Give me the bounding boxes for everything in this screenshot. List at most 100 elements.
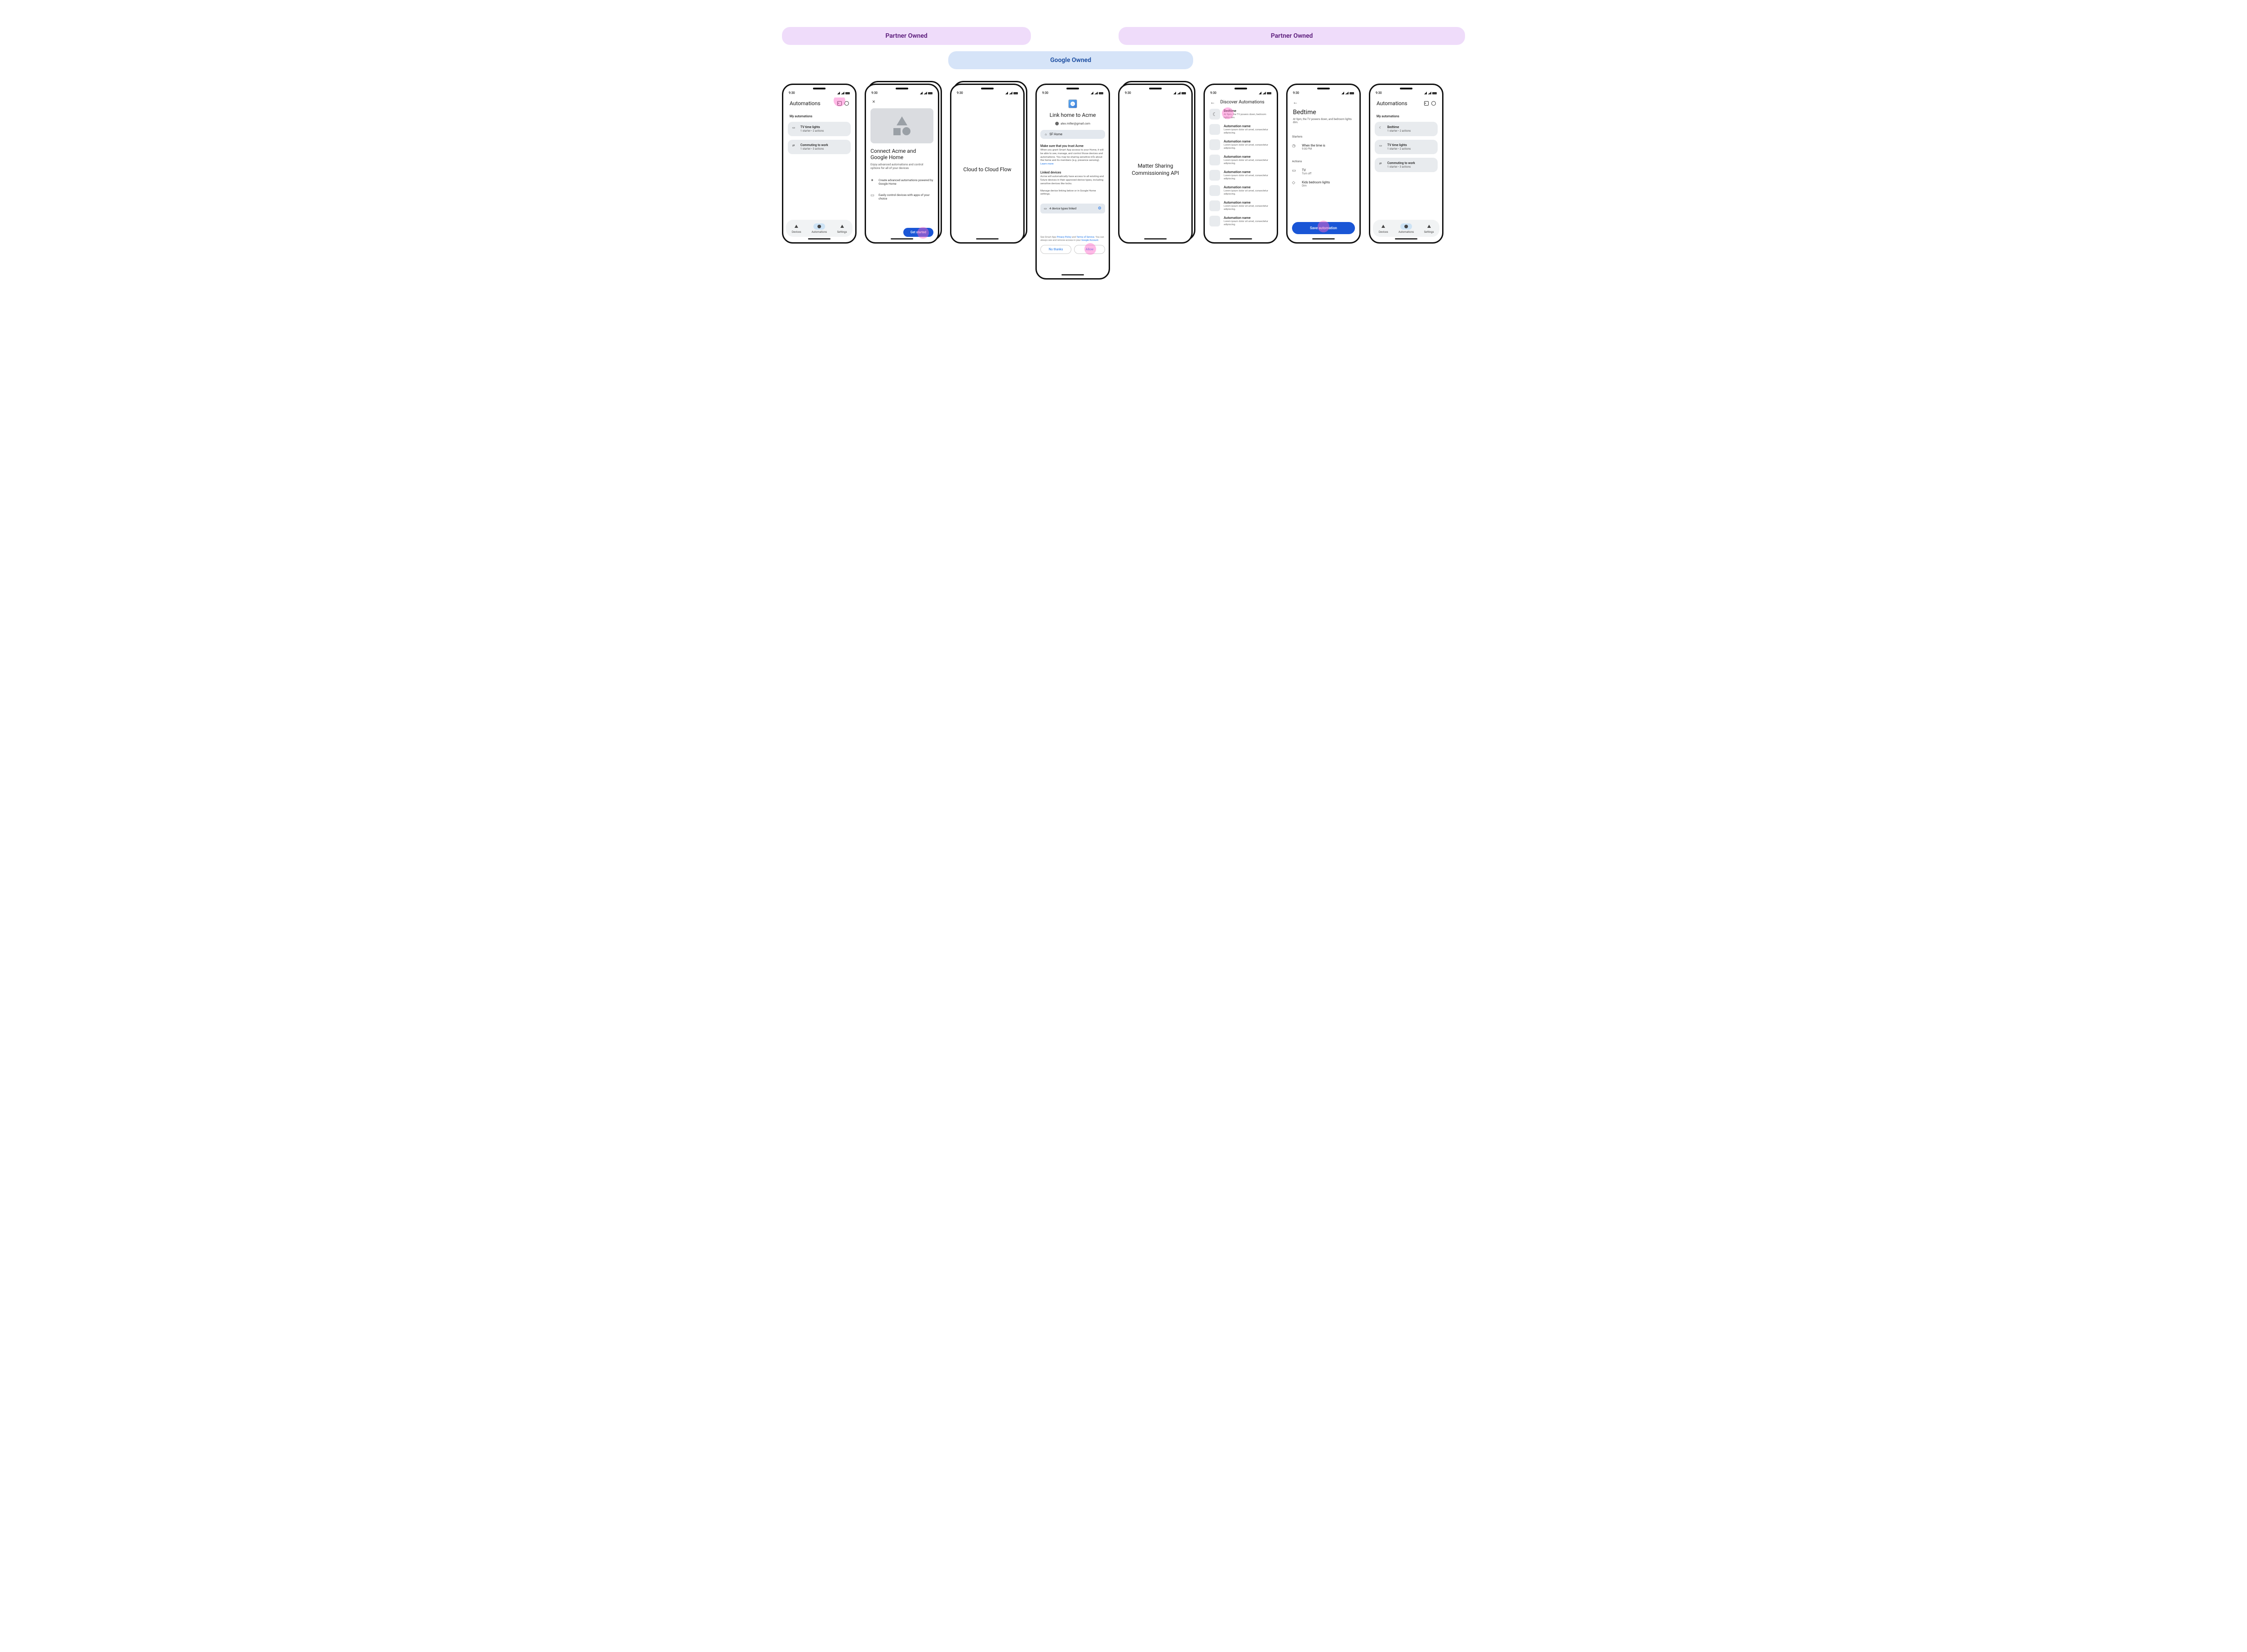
action-row[interactable]: ▭ TVTurn off [1292, 169, 1355, 175]
status-time: 9:30 [871, 91, 878, 95]
feature-text: Easily control devices with apps of your… [879, 193, 933, 201]
back-icon[interactable]: ← [1210, 99, 1215, 105]
automation-card[interactable]: ▭ TV time lights 1 starter • 2 actions [788, 122, 851, 136]
create-icon[interactable]: + [1424, 101, 1429, 106]
signal-icon [924, 92, 927, 94]
card-icon: ☾ [1379, 126, 1384, 130]
privacy-policy-link[interactable]: Privacy Policy [1057, 236, 1071, 239]
device-count: 4 device types linked [1049, 207, 1076, 210]
nav-settings[interactable]: Settings [1423, 223, 1435, 234]
automation-card[interactable]: ▭ TV time lights1 starter • 2 actions [1375, 140, 1438, 154]
section-label: My automations [1377, 115, 1436, 118]
placeholder-thumb [1209, 216, 1220, 226]
discover-row[interactable]: Automation nameLorem ipsum dolor sit ame… [1209, 124, 1272, 135]
starter-row[interactable]: ◷ When the time is9:00 PM [1292, 144, 1355, 151]
tos-link[interactable]: Terms of Service [1076, 236, 1094, 239]
account-icon[interactable] [1431, 101, 1436, 106]
nav-automations[interactable]: Automations [812, 223, 827, 234]
nav-label: Settings [1424, 231, 1434, 234]
status-bar: 9:30 ◢ [1205, 85, 1277, 98]
phone-bedtime-detail: 9:30 ◢ ← Bedtime At 9pm, the TV powers d… [1286, 84, 1361, 244]
starter-title: When the time is [1302, 144, 1325, 147]
action-title: TV [1302, 169, 1311, 172]
card-subtitle: 1 starter • 2 actions [1387, 129, 1411, 133]
phone-discover-automations: 9:30 ◢ ← Discover Automations ☾ BedtimeA… [1203, 84, 1278, 244]
gesture-bar [1061, 274, 1084, 275]
gear-icon[interactable]: ⚙ [1098, 206, 1101, 211]
wifi-icon: ◢ [1005, 91, 1008, 95]
discover-row[interactable]: Automation nameLorem ipsum dolor sit ame… [1209, 139, 1272, 150]
tv-icon: ▭ [792, 126, 797, 130]
row-title: Automation name [1224, 185, 1272, 189]
sparkle-icon: ✦ [870, 178, 875, 183]
moon-icon: ☾ [1209, 109, 1220, 120]
placeholder-label: Cloud to Cloud Flow [956, 98, 1019, 242]
status-bar: 9:30 ◢ [1288, 85, 1359, 98]
signal-icon [841, 92, 844, 94]
gesture-bar [1144, 238, 1167, 240]
nav-automations[interactable]: Automations [1399, 223, 1414, 234]
automation-card[interactable]: ⇄ Commuting to work1 starter • 3 actions [1375, 158, 1438, 172]
wifi-icon: ◢ [920, 91, 923, 95]
row-sub: Lorem ipsum dolor sit amet, consectetur … [1224, 159, 1272, 165]
phone-cloud-flow: 9:30 ◢ Cloud to Cloud Flow [950, 84, 1025, 244]
wifi-icon: ◢ [1424, 91, 1427, 95]
hotspot [1222, 107, 1234, 119]
battery-icon [845, 92, 850, 94]
bottom-nav: Devices Automations Settings [786, 220, 853, 237]
nav-devices[interactable]: Devices [790, 223, 802, 234]
nav-label: Automations [1399, 231, 1414, 234]
nav-label: Automations [812, 231, 827, 234]
discover-row[interactable]: Automation nameLorem ipsum dolor sit ame… [1209, 216, 1272, 226]
close-icon[interactable]: × [870, 98, 933, 106]
gesture-bar [976, 238, 999, 240]
gesture-bar [1395, 238, 1417, 240]
row-sub: Lorem ipsum dolor sit amet, consectetur … [1224, 205, 1272, 211]
home-selector[interactable]: ⌂ SF Home [1040, 130, 1105, 139]
automation-card[interactable]: ☾ Bedtime1 starter • 2 actions [1375, 122, 1438, 136]
nav-devices[interactable]: Devices [1377, 223, 1389, 234]
page-title: Discover Automations [1220, 100, 1265, 105]
battery-icon [1350, 92, 1354, 94]
discover-row[interactable]: Automation nameLorem ipsum dolor sit ame… [1209, 200, 1272, 211]
gesture-bar [891, 238, 913, 240]
wifi-icon: ◢ [1091, 91, 1093, 95]
discover-row[interactable]: ☾ BedtimeAt 9pm, the TV powers down, bed… [1209, 109, 1272, 120]
wifi-icon: ◢ [1341, 91, 1344, 95]
status-bar: 9:30 ◢ [951, 85, 1023, 98]
placeholder-thumb [1209, 155, 1220, 165]
action-row[interactable]: ◇ Kids bedroom lightsDim [1292, 181, 1355, 187]
discover-row[interactable]: Automation nameLorem ipsum dolor sit ame… [1209, 155, 1272, 165]
status-time: 9:30 [789, 91, 795, 95]
status-time: 9:30 [1293, 91, 1299, 95]
discover-row[interactable]: Automation nameLorem ipsum dolor sit ame… [1209, 185, 1272, 196]
learn-more-link[interactable]: Learn more [1040, 163, 1053, 165]
wifi-icon: ◢ [837, 91, 840, 95]
discover-row[interactable]: Automation nameLorem ipsum dolor sit ame… [1209, 170, 1272, 181]
status-bar: 9:30 ◢ [783, 85, 855, 98]
card-subtitle: 1 starter • 3 actions [1387, 165, 1415, 169]
devices-icon: ▭ [870, 193, 875, 198]
status-bar: 9:30 ◢ [1119, 85, 1191, 98]
placeholder-thumb [1209, 124, 1220, 135]
status-time: 9:30 [1125, 91, 1131, 95]
google-account-link[interactable]: Google Account [1081, 239, 1098, 242]
automations-icon [1404, 225, 1408, 228]
linked-heading: Linked devices [1040, 171, 1105, 174]
card-title: Commuting to work [1387, 161, 1415, 165]
settings-icon [840, 225, 844, 228]
gesture-bar [1312, 238, 1335, 240]
page-title: Automations [790, 100, 821, 107]
device-types-row[interactable]: ▭4 device types linked ⚙ [1040, 204, 1105, 213]
card-title: Commuting to work [800, 143, 828, 147]
hotspot [1084, 243, 1096, 255]
automation-card[interactable]: ⇄ Commuting to work 1 starter • 3 action… [788, 140, 851, 154]
actions-label: Actions [1292, 160, 1355, 163]
nav-settings[interactable]: Settings [836, 223, 848, 234]
wifi-icon: ◢ [1259, 91, 1261, 95]
no-thanks-button[interactable]: No thanks [1040, 245, 1071, 254]
back-icon[interactable]: ← [1293, 99, 1298, 105]
card-icon: ⇄ [1379, 162, 1384, 166]
row-title: Automation name [1224, 155, 1272, 159]
status-time: 9:30 [957, 91, 963, 95]
